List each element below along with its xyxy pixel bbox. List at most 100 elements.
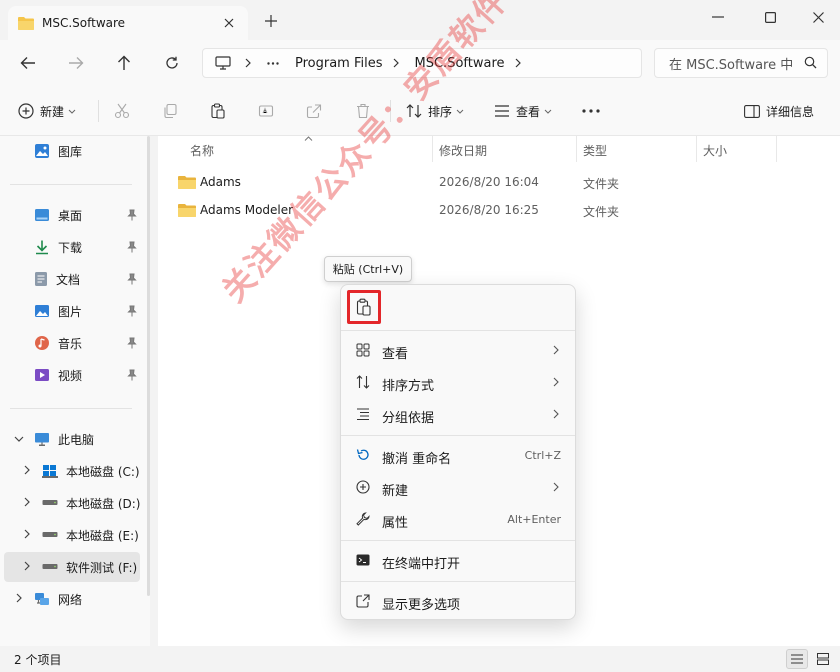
chevron-right-icon[interactable] — [22, 529, 32, 539]
file-type-cell: 文件夹 — [583, 205, 620, 219]
drive-icon — [42, 531, 58, 539]
column-divider[interactable] — [576, 136, 577, 162]
back-icon[interactable] — [18, 53, 38, 73]
sidebar-scrollbar[interactable] — [147, 136, 150, 596]
details-button[interactable]: 详细信息 — [744, 101, 814, 121]
tab-msc-software[interactable]: MSC.Software — [8, 6, 248, 40]
paste-button[interactable] — [347, 290, 381, 324]
chevron-right-icon[interactable] — [14, 593, 24, 603]
drive-icon — [42, 563, 58, 571]
menu-item-new[interactable]: 新建 — [341, 472, 575, 502]
menu-item-properties[interactable]: 属性 Alt+Enter — [341, 504, 575, 534]
copy-icon[interactable] — [162, 101, 178, 121]
menu-item-more-options[interactable]: 显示更多选项 — [341, 586, 575, 616]
folder-icon — [178, 203, 196, 217]
pin-icon[interactable] — [126, 337, 138, 349]
command-bar: 新建 排序 查看 详细信息 — [0, 86, 840, 136]
paste-icon[interactable] — [210, 101, 226, 121]
pin-icon[interactable] — [126, 273, 138, 285]
chevron-right-icon — [553, 377, 559, 387]
menu-item-group-by[interactable]: 分组依据 — [341, 399, 575, 429]
menu-item-sort-by[interactable]: 排序方式 — [341, 367, 575, 397]
menu-divider — [341, 435, 575, 436]
chevron-down-icon — [544, 109, 552, 114]
search-input[interactable]: 在 MSC.Software 中 — [654, 48, 828, 78]
column-header-name[interactable]: 名称 — [190, 142, 214, 159]
column-header-type[interactable]: 类型 — [583, 142, 607, 159]
sidebar-item-gallery[interactable]: 图库 — [34, 138, 82, 164]
chevron-down-icon[interactable] — [14, 434, 24, 444]
pin-icon[interactable] — [126, 241, 138, 253]
cut-icon[interactable] — [114, 101, 130, 121]
forward-icon[interactable] — [66, 53, 86, 73]
more-options-icon[interactable] — [582, 101, 600, 121]
column-header-size[interactable]: 大小 — [703, 142, 727, 159]
sidebar-item-drive-d[interactable]: 本地磁盘 (D:) — [42, 490, 140, 516]
close-window-icon[interactable] — [806, 6, 830, 28]
column-divider[interactable] — [432, 136, 433, 162]
address-bar[interactable]: Program Files MSC.Software — [202, 48, 642, 78]
new-button[interactable]: 新建 — [18, 101, 76, 121]
menu-item-open-terminal[interactable]: 在终端中打开 — [341, 545, 575, 575]
delete-icon[interactable] — [356, 101, 370, 121]
pin-icon[interactable] — [126, 305, 138, 317]
tab-title: MSC.Software — [42, 16, 126, 30]
chevron-right-icon[interactable] — [22, 497, 32, 507]
chevron-right-icon — [553, 345, 559, 355]
close-tab-icon[interactable] — [220, 14, 238, 32]
refresh-icon[interactable] — [162, 53, 182, 73]
column-divider[interactable] — [696, 136, 697, 162]
view-button[interactable]: 查看 — [494, 101, 552, 121]
chevron-right-icon — [245, 58, 251, 68]
sidebar-item-videos[interactable]: 视频 — [34, 362, 82, 388]
this-pc-icon — [34, 432, 50, 447]
sidebar-item-drive-f[interactable]: 软件测试 (F:) — [42, 554, 137, 580]
minimize-icon[interactable] — [706, 6, 730, 28]
pin-icon[interactable] — [126, 369, 138, 381]
rename-icon[interactable] — [258, 101, 274, 121]
sidebar-item-this-pc[interactable]: 此电脑 — [34, 426, 94, 452]
status-bar: 2 个项目 — [0, 646, 840, 672]
menu-divider — [341, 581, 575, 582]
chevron-right-icon — [515, 58, 521, 68]
sidebar-item-downloads[interactable]: 下载 — [34, 234, 82, 260]
maximize-icon[interactable] — [758, 6, 782, 28]
pin-icon[interactable] — [126, 209, 138, 221]
view-lines-icon — [494, 104, 510, 118]
download-icon — [34, 239, 50, 255]
sort-button[interactable]: 排序 — [406, 101, 464, 121]
search-icon[interactable] — [804, 56, 817, 69]
more-path-icon[interactable] — [267, 61, 279, 65]
sidebar-item-drive-e[interactable]: 本地磁盘 (E:) — [42, 522, 139, 548]
details-view-button[interactable] — [786, 649, 808, 669]
menu-item-undo-rename[interactable]: 撤消 重命名 Ctrl+Z — [341, 440, 575, 470]
tiles-view-button[interactable] — [812, 649, 834, 669]
chevron-right-icon[interactable] — [22, 561, 32, 571]
breadcrumb-msc-software[interactable]: MSC.Software — [415, 56, 505, 71]
wrench-icon — [355, 511, 371, 527]
paste-icon — [356, 298, 372, 316]
sidebar-item-network[interactable]: 网络 — [34, 586, 82, 612]
new-tab-icon[interactable] — [262, 12, 280, 30]
file-modified-cell: 2026/8/20 16:04 — [439, 175, 539, 189]
folder-icon — [18, 16, 34, 30]
sidebar-item-documents[interactable]: 文档 — [34, 266, 80, 292]
sidebar-item-desktop[interactable]: 桌面 — [34, 202, 82, 228]
table-row[interactable]: Adams 2026/8/20 16:04 文件夹 — [158, 168, 840, 196]
sidebar-item-drive-c[interactable]: 本地磁盘 (C:) — [42, 458, 140, 484]
chevron-right-icon[interactable] — [22, 465, 32, 475]
chevron-down-icon — [68, 109, 76, 114]
sidebar-item-music[interactable]: 音乐 — [34, 330, 82, 356]
document-icon — [34, 271, 48, 287]
sort-icon — [355, 374, 371, 390]
column-header-modified[interactable]: 修改日期 — [439, 142, 487, 159]
breadcrumb-program-files[interactable]: Program Files — [295, 56, 383, 71]
menu-item-view[interactable]: 查看 — [341, 335, 575, 365]
column-divider[interactable] — [776, 136, 777, 162]
table-row[interactable]: Adams Modeler 2026/8/20 16:25 文件夹 — [158, 196, 840, 224]
menu-divider — [341, 330, 575, 331]
chevron-right-icon — [553, 482, 559, 492]
up-icon[interactable] — [114, 53, 134, 73]
share-icon[interactable] — [306, 101, 322, 121]
sidebar-item-pictures[interactable]: 图片 — [34, 298, 82, 324]
